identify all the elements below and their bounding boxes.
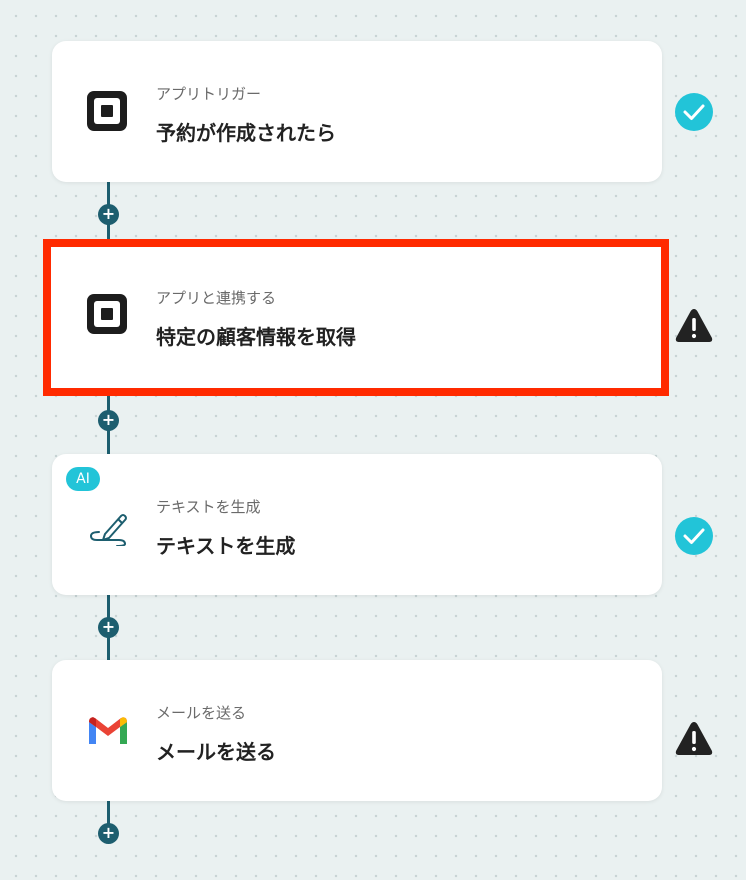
add-step-button[interactable]: + bbox=[98, 823, 119, 844]
step-card-generate-text[interactable]: テキストを生成 テキストを生成 bbox=[52, 454, 662, 595]
square-app-icon bbox=[87, 294, 129, 336]
warning-icon bbox=[675, 309, 713, 342]
gmail-icon bbox=[87, 710, 129, 752]
pen-icon bbox=[87, 504, 129, 547]
add-step-button[interactable]: + bbox=[98, 617, 119, 638]
step-title: メールを送る bbox=[156, 740, 276, 764]
step-title: 特定の顧客情報を取得 bbox=[156, 325, 356, 349]
check-icon bbox=[675, 93, 713, 131]
add-step-button[interactable]: + bbox=[98, 204, 119, 225]
square-app-icon bbox=[87, 91, 129, 133]
step-title: 予約が作成されたら bbox=[156, 121, 336, 145]
step-type-label: メールを送る bbox=[156, 704, 247, 722]
step-card-send-mail[interactable]: メールを送る メールを送る bbox=[52, 660, 662, 801]
step-type-label: アプリと連携する bbox=[156, 289, 277, 307]
ai-badge: AI bbox=[66, 467, 100, 491]
add-step-button[interactable]: + bbox=[98, 410, 119, 431]
step-card-trigger[interactable]: アプリトリガー 予約が作成されたら bbox=[52, 41, 662, 182]
step-type-label: テキストを生成 bbox=[156, 498, 261, 516]
step-type-label: アプリトリガー bbox=[156, 85, 262, 103]
check-icon bbox=[675, 517, 713, 555]
warning-icon bbox=[675, 722, 713, 755]
step-title: テキストを生成 bbox=[156, 534, 296, 558]
step-card-get-customer[interactable]: アプリと連携する 特定の顧客情報を取得 bbox=[43, 239, 669, 396]
